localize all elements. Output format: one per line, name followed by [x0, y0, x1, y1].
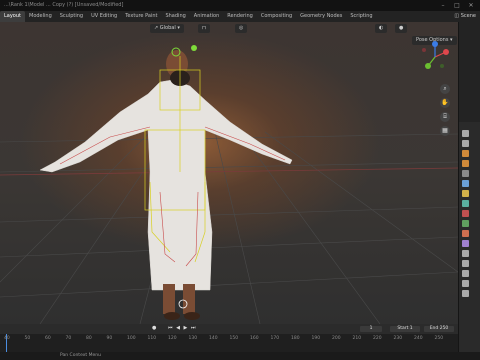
- viewport-floor-grid: [0, 45, 458, 324]
- start-value: 1: [409, 326, 413, 331]
- frame-tick-label: 70: [65, 336, 72, 341]
- tool-icon[interactable]: [462, 130, 469, 137]
- window-title: ...\Rank 1\Model ... Copy (?) [Unsaved/M…: [4, 2, 124, 8]
- proportional-icon: ◎: [239, 25, 244, 31]
- scene-selector[interactable]: ◫ Scene: [454, 11, 476, 22]
- workspace-tabs: Layout Modeling Sculpting UV Editing Texture…: [0, 11, 480, 22]
- 3d-viewport[interactable]: ↗ Global ▾ ⊓ ◎ ◐ ● Pose Options ▾ ⌕ ✋ ⌸ …: [0, 22, 458, 324]
- view-layer-icon[interactable]: [462, 160, 469, 167]
- grid-view-icon[interactable]: ▦: [440, 126, 450, 136]
- output-icon[interactable]: [462, 150, 469, 157]
- misc-icon-2[interactable]: [462, 280, 469, 287]
- end-value: 250: [439, 326, 449, 331]
- status-hint: Pan Context Menu: [60, 353, 101, 358]
- tab-compositing[interactable]: Compositing: [257, 11, 296, 22]
- zoom-icon[interactable]: ⌕: [440, 84, 450, 94]
- frame-tick-label: 190: [311, 336, 321, 341]
- frame-tick-label: 170: [270, 336, 280, 341]
- pan-hand-icon[interactable]: ✋: [440, 98, 450, 108]
- camera-icon[interactable]: ⌸: [440, 112, 450, 122]
- tab-rendering[interactable]: Rendering: [223, 11, 257, 22]
- status-bar: Pan Context Menu: [0, 352, 480, 360]
- frame-tick-label: 120: [168, 336, 177, 341]
- frame-tick-label: 50: [24, 336, 31, 341]
- object-icon[interactable]: [462, 190, 469, 197]
- frame-tick-label: 110: [147, 336, 157, 341]
- frame-tick-label: 60: [45, 336, 51, 341]
- transform-orientation-dropdown[interactable]: ↗ Global ▾: [150, 24, 184, 33]
- title-bar: ...\Rank 1\Model ... Copy (?) [Unsaved/M…: [0, 0, 480, 11]
- misc-icon-1[interactable]: [462, 270, 469, 277]
- character-model: [39, 50, 293, 320]
- frame-tick-label: 150: [229, 336, 239, 341]
- particles-icon[interactable]: [462, 210, 469, 217]
- tab-sculpting[interactable]: Sculpting: [56, 11, 87, 22]
- end-frame-field[interactable]: End 250: [424, 326, 454, 332]
- tab-scripting[interactable]: Scripting: [346, 11, 376, 22]
- shading-mode[interactable]: ●: [395, 24, 408, 33]
- transform-orientation-label: Global: [159, 25, 176, 31]
- playback-buttons[interactable]: ⏮ ◀ ▶ ⏭: [168, 325, 196, 331]
- constraints-icon[interactable]: [462, 230, 469, 237]
- physics-icon[interactable]: [462, 220, 469, 227]
- scene-label: Scene: [460, 13, 476, 19]
- start-frame-field[interactable]: Start 1: [390, 326, 420, 332]
- frame-tick-label: 80: [86, 336, 92, 341]
- outliner-region: [459, 22, 480, 122]
- viewport-header: ↗ Global ▾ ⊓ ◎ ◐ ● Pose Options ▾: [0, 22, 458, 45]
- proportional-edit-toggle[interactable]: ◎: [235, 24, 248, 33]
- tab-shading[interactable]: Shading: [161, 11, 189, 22]
- overlays-toggle[interactable]: ◐: [375, 24, 388, 33]
- x-axis-handle: [443, 49, 449, 55]
- frame-tick-label: 100: [127, 336, 136, 341]
- navigation-gizmo[interactable]: [418, 40, 452, 74]
- world-icon[interactable]: [462, 180, 469, 187]
- material-icon[interactable]: [462, 250, 469, 257]
- properties-panel: [458, 22, 480, 360]
- tab-uv-editing[interactable]: UV Editing: [87, 11, 121, 22]
- frame-tick-label: 220: [373, 336, 382, 341]
- render-icon[interactable]: [462, 140, 469, 147]
- tab-modeling[interactable]: Modeling: [25, 11, 56, 22]
- frame-tick-label: 250: [434, 336, 444, 341]
- frame-tick-label: 200: [332, 336, 341, 341]
- frame-tick-label: 40: [4, 336, 10, 341]
- frame-tick-label: 240: [414, 336, 423, 341]
- tab-texture-paint[interactable]: Texture Paint: [121, 11, 161, 22]
- frame-tick-label: 230: [393, 336, 403, 341]
- tab-layout[interactable]: Layout: [0, 11, 25, 22]
- snap-toggle[interactable]: ⊓: [198, 24, 210, 33]
- current-frame-field[interactable]: 1: [360, 326, 382, 332]
- start-label: Start: [397, 326, 409, 331]
- z-axis-handle: [432, 41, 438, 47]
- frame-tick-label: 210: [352, 336, 362, 341]
- y-axis-handle: [425, 63, 431, 69]
- record-icon[interactable]: ●: [152, 325, 156, 331]
- minimize-button[interactable]: –: [436, 0, 450, 11]
- frame-tick-label: 180: [291, 336, 300, 341]
- maximize-button[interactable]: □: [450, 0, 464, 11]
- data-icon[interactable]: [462, 240, 469, 247]
- magnet-icon: ⊓: [202, 25, 206, 31]
- tab-geometry-nodes[interactable]: Geometry Nodes: [296, 11, 346, 22]
- overlays-icon: ◐: [379, 25, 384, 31]
- frame-tick-label: 140: [209, 336, 218, 341]
- tab-animation[interactable]: Animation: [190, 11, 224, 22]
- solid-shading-icon: ●: [399, 25, 404, 31]
- close-button[interactable]: ✕: [464, 0, 478, 11]
- scene-icon[interactable]: [462, 170, 469, 177]
- end-label: End: [429, 326, 439, 331]
- frame-tick-label: 90: [106, 336, 113, 341]
- frame-tick-label: 130: [188, 336, 198, 341]
- modifier-icon[interactable]: [462, 200, 469, 207]
- misc-icon-3[interactable]: [462, 290, 469, 297]
- frame-tick-label: 160: [250, 336, 259, 341]
- playback-controls: ● ⏮ ◀ ▶ ⏭ 1 Start 1 End 250: [0, 324, 458, 334]
- texture-icon[interactable]: [462, 260, 469, 267]
